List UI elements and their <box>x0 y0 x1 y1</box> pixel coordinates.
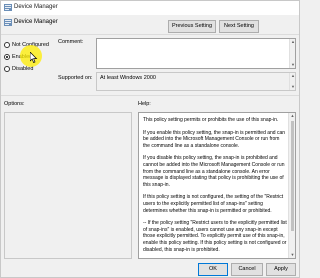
ok-button[interactable]: OK <box>198 263 228 276</box>
options-label: Options: <box>4 101 25 107</box>
help-label: Help: <box>138 101 151 107</box>
supported-on-field: At least Windows 2000 ▲ ▼ <box>96 72 296 91</box>
supported-on-label: Supported on: <box>58 75 93 81</box>
scroll-down-icon[interactable]: ▼ <box>290 62 296 68</box>
supported-on-value: At least Windows 2000 <box>100 75 156 81</box>
help-paragraph: If this policy setting is not configured… <box>143 194 284 214</box>
scroll-down-icon[interactable]: ▼ <box>290 84 296 90</box>
section-divider <box>1 95 299 96</box>
comment-label: Comment: <box>58 39 84 45</box>
help-scroll-thumb[interactable] <box>291 121 294 231</box>
radio-button-checked[interactable] <box>4 54 10 60</box>
help-panel: This policy setting permits or prohibits… <box>138 112 296 259</box>
title-bar[interactable]: Device Manager <box>1 1 299 15</box>
comment-scrollbar[interactable]: ▲ ▼ <box>289 39 295 68</box>
options-panel <box>4 112 132 259</box>
mouse-pointer-icon <box>30 52 38 63</box>
scroll-up-icon[interactable]: ▲ <box>290 39 296 45</box>
comment-textbox[interactable]: ▲ ▼ <box>96 38 296 69</box>
help-paragraph: This policy setting permits or prohibits… <box>143 117 279 123</box>
scroll-down-icon[interactable]: ▼ <box>289 252 295 258</box>
previous-setting-button[interactable]: Previous Setting <box>168 20 216 33</box>
supported-on-scrollbar[interactable]: ▲ ▼ <box>289 73 295 90</box>
scroll-up-icon[interactable]: ▲ <box>290 73 296 79</box>
help-text: This policy setting permits or prohibits… <box>143 117 287 258</box>
radio-button[interactable] <box>4 66 10 72</box>
help-paragraph: -- If the policy setting "Restrict users… <box>143 220 287 253</box>
cancel-button[interactable]: Cancel <box>231 263 263 276</box>
policy-dialog-window: Device Manager Device Manager Previous S… <box>0 0 300 278</box>
policy-app-icon <box>4 4 12 11</box>
help-paragraph: If you enable this policy setting, the s… <box>143 129 286 149</box>
policy-title: Device Manager <box>14 19 58 25</box>
apply-button[interactable]: Apply <box>266 263 296 276</box>
policy-setting-icon <box>4 19 12 26</box>
next-setting-button[interactable]: Next Setting <box>219 20 259 33</box>
help-paragraph: If you disable this policy setting, the … <box>143 155 285 188</box>
header-divider <box>1 34 299 35</box>
radio-button[interactable] <box>4 42 10 48</box>
help-scrollbar[interactable]: ▲ ▼ <box>288 113 295 258</box>
scroll-up-icon[interactable]: ▲ <box>289 113 295 119</box>
window-title: Device Manager <box>14 4 58 10</box>
